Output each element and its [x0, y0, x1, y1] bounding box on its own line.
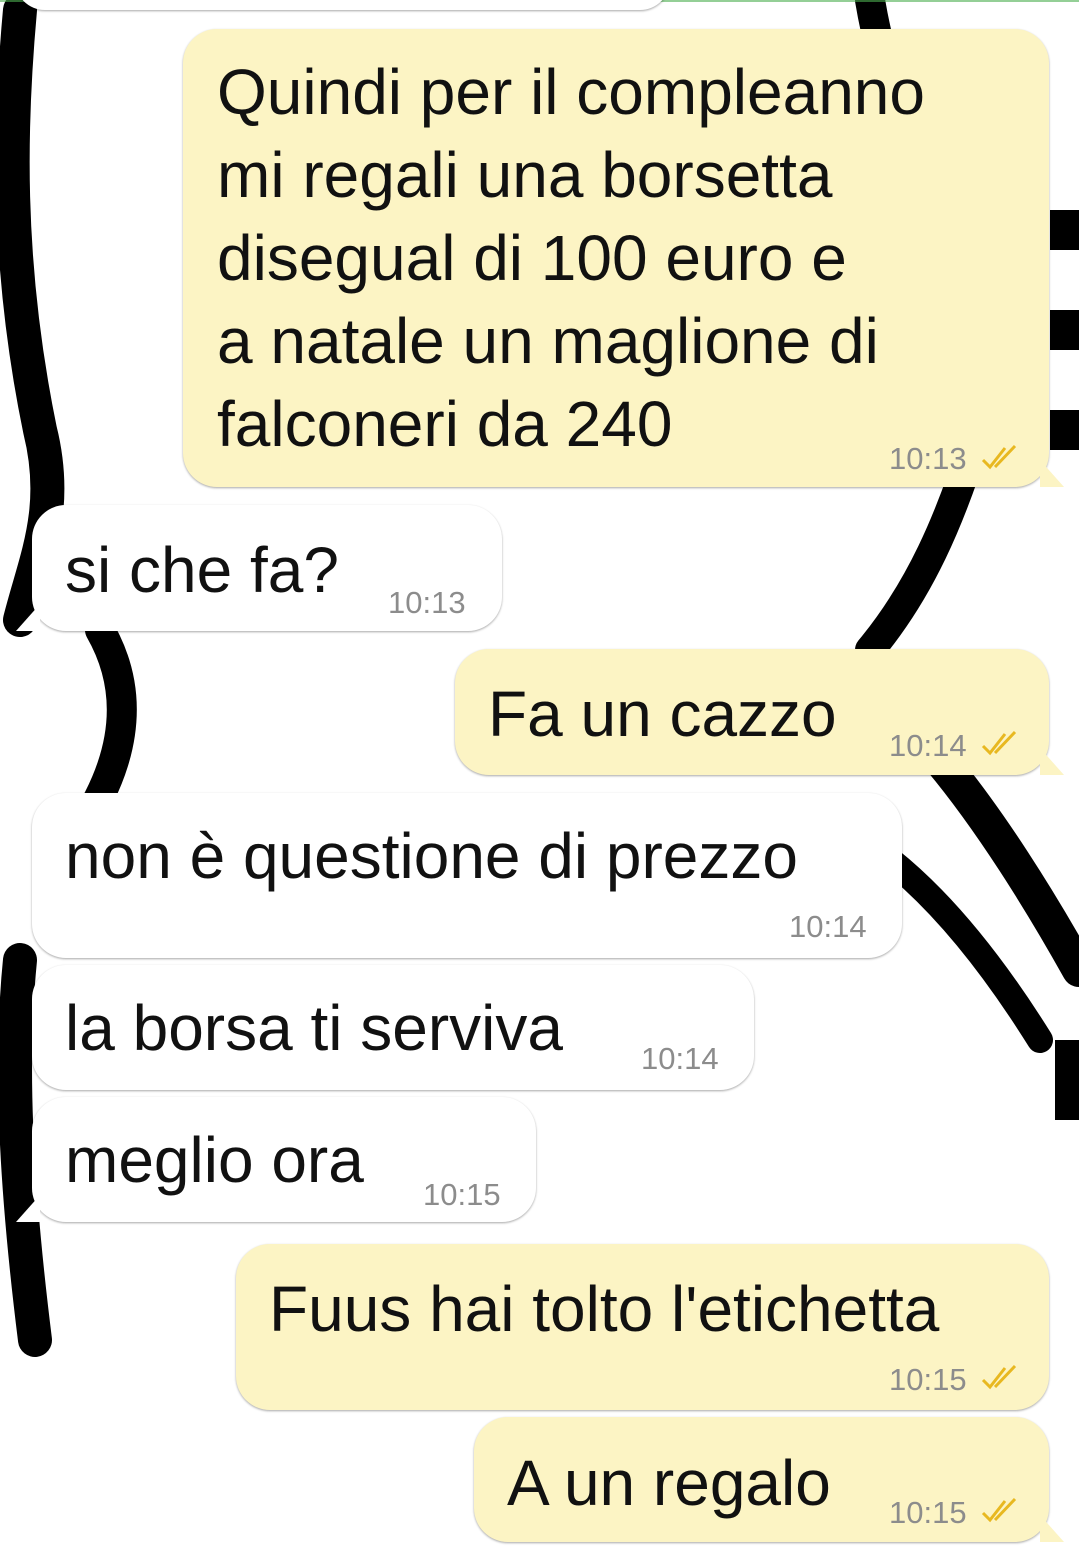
incoming-message[interactable]: meglio ora 10:15	[32, 1097, 536, 1222]
outgoing-message[interactable]: Fuus hai tolto l'etichetta 10:15	[236, 1244, 1049, 1410]
message-text: Fa un cazzo	[488, 678, 837, 750]
double-check-icon	[981, 730, 1017, 756]
bubble-tail	[1040, 1515, 1064, 1542]
message-time: 10:15	[889, 1362, 967, 1397]
message-time: 10:15	[423, 1177, 501, 1212]
double-check-icon	[981, 1497, 1017, 1523]
message-time: 10:14	[889, 728, 967, 763]
message-text: Fuus hai tolto l'etichetta	[269, 1273, 940, 1345]
bubble-tail	[1040, 748, 1064, 775]
outgoing-message[interactable]: A un regalo 10:15	[474, 1417, 1049, 1542]
double-check-icon	[981, 1364, 1017, 1390]
message-text: meglio ora	[65, 1124, 364, 1196]
bubble-tail	[1040, 460, 1064, 487]
outgoing-message[interactable]: Fa un cazzo 10:14	[455, 649, 1049, 775]
bubble-tail	[16, 1195, 40, 1222]
bubble-tail	[16, 604, 40, 631]
message-text: Quindi per il compleanno mi regali una b…	[217, 56, 925, 460]
message-text: A un regalo	[507, 1447, 831, 1519]
incoming-message[interactable]: la borsa ti serviva 10:14	[32, 965, 754, 1090]
message-time: 10:14	[641, 1041, 719, 1076]
outgoing-message[interactable]: Quindi per il compleanno mi regali una b…	[183, 29, 1049, 487]
message-text: la borsa ti serviva	[65, 992, 563, 1064]
previous-message-bubble	[15, 0, 670, 10]
message-text: non è questione di prezzo	[65, 820, 798, 892]
message-time: 10:14	[789, 909, 867, 944]
message-time: 10:15	[889, 1495, 967, 1530]
incoming-message[interactable]: si che fa? 10:13	[32, 505, 502, 631]
message-time: 10:13	[388, 585, 466, 620]
message-time: 10:13	[889, 441, 967, 476]
message-text: si che fa?	[65, 534, 339, 606]
incoming-message[interactable]: non è questione di prezzo 10:14	[32, 793, 902, 958]
double-check-icon	[981, 444, 1017, 470]
